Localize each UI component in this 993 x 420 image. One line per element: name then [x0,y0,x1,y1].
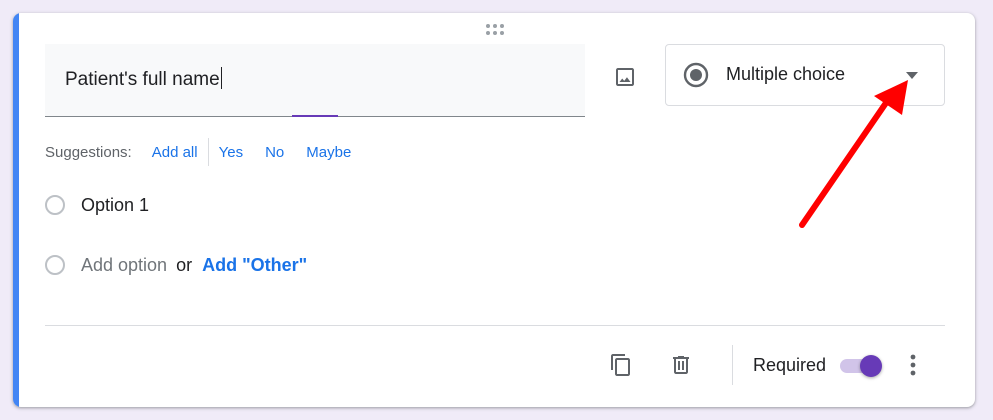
option-row[interactable]: Option 1 [45,192,149,218]
option-1-label[interactable]: Option 1 [81,195,149,216]
add-option-row: Add option or Add "Other" [45,252,307,278]
suggestions-bar: Suggestions: Add all Yes No Maybe [45,138,351,166]
suggestions-label: Suggestions: [45,143,132,161]
required-label: Required [753,355,827,375]
suggestion-add-all[interactable]: Add all [152,144,198,161]
radio-button-checked-icon [683,62,709,88]
text-cursor [220,67,222,89]
trash-icon[interactable] [667,351,695,379]
more-vert-icon[interactable] [901,351,925,379]
option-radio-icon [45,195,65,215]
copy-icon[interactable] [607,351,635,379]
question-type-dropdown[interactable]: Multiple choice [665,44,945,106]
question-title-input[interactable]: Patient's full name [45,44,585,117]
image-icon[interactable] [607,59,643,95]
add-other-button[interactable]: Add "Other" [202,255,307,276]
add-option-button[interactable]: Add option [81,255,167,276]
suggestion-yes[interactable]: Yes [219,144,243,161]
question-card[interactable]: Patient's full name Multiple choice Sugg… [13,13,975,407]
question-title-value: Patient's full name [65,69,220,90]
or-label: or [176,254,193,275]
footer-separator [732,345,733,385]
active-accent-bar [13,13,19,407]
suggestions-divider [207,138,209,166]
suggestion-no[interactable]: No [265,144,284,161]
suggestion-maybe[interactable]: Maybe [306,144,351,161]
toggle-thumb [860,355,882,377]
arrow-drop-down-icon [906,72,918,79]
required-toggle[interactable] [838,354,886,378]
drag-handle-icon[interactable] [485,23,505,37]
focus-underline [292,115,338,117]
question-type-label: Multiple choice [726,64,846,84]
footer-divider [45,325,945,326]
add-option-radio-icon [45,255,65,275]
